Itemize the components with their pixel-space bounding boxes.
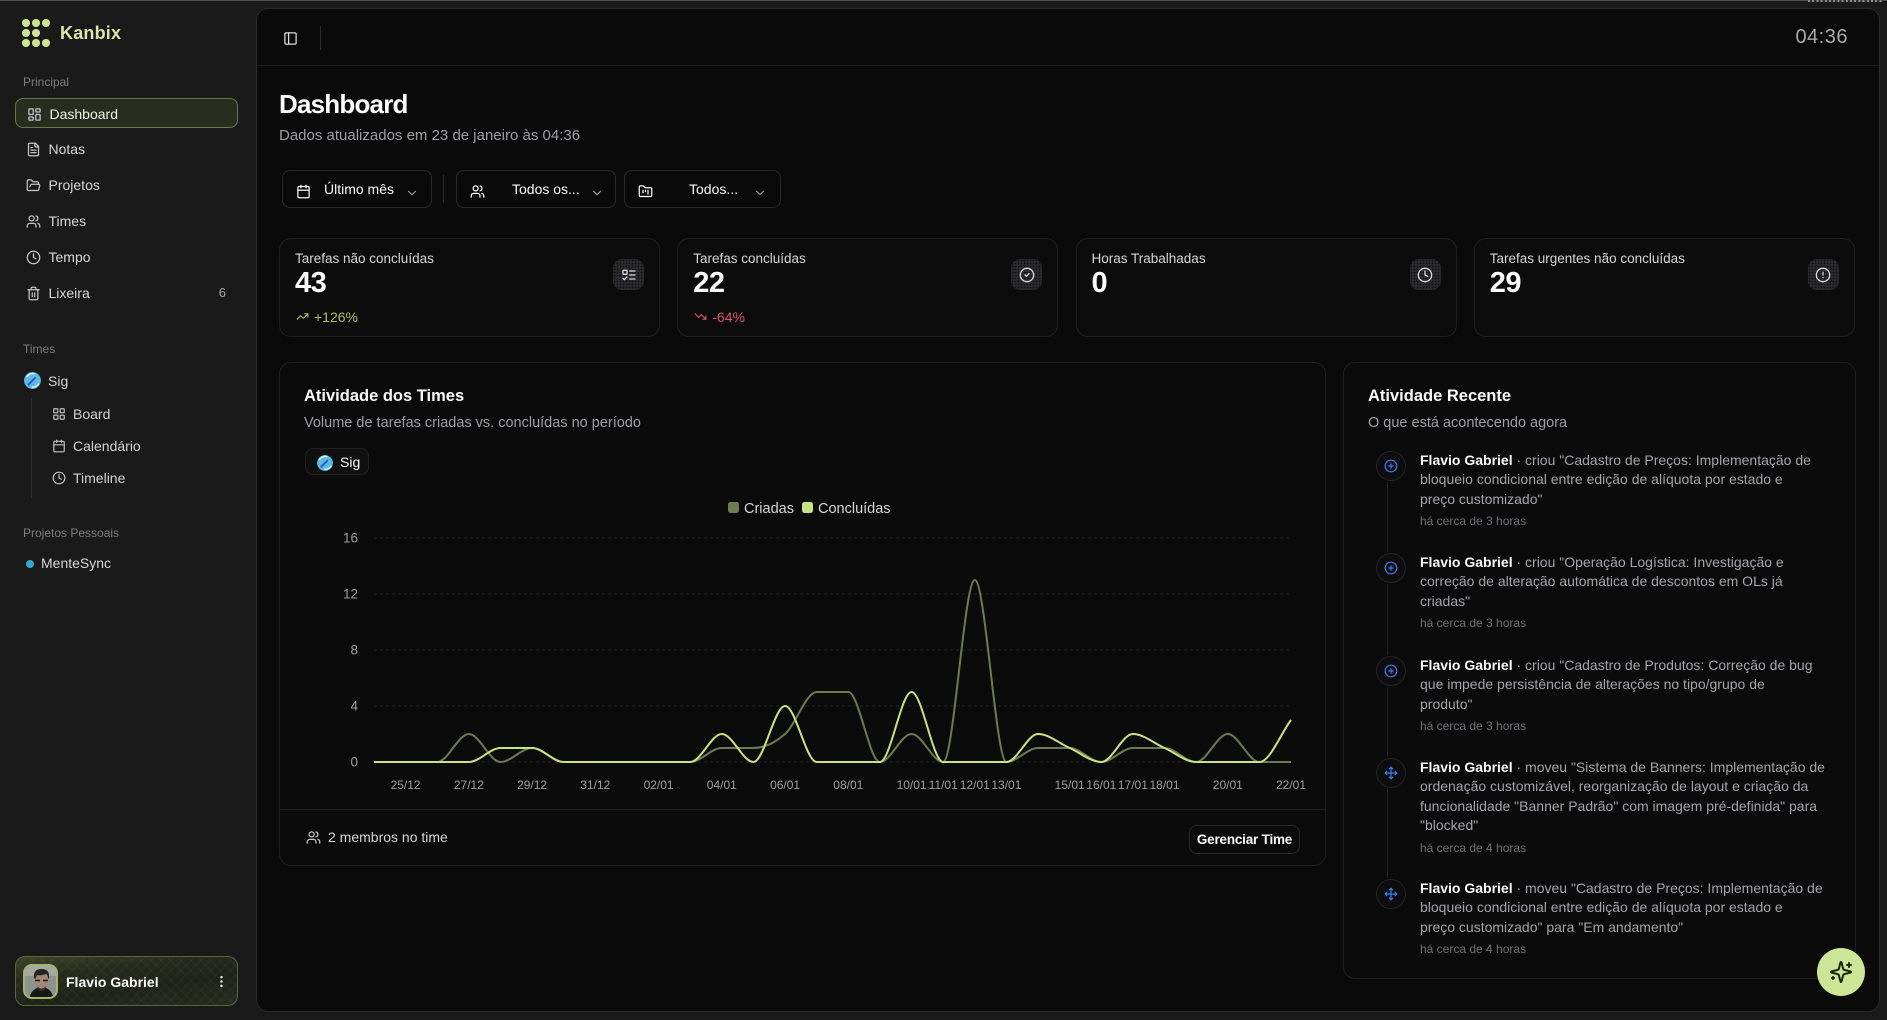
svg-text:02/01: 02/01 (644, 778, 674, 792)
svg-text:31/12: 31/12 (580, 778, 610, 792)
svg-text:15/01: 15/01 (1055, 778, 1085, 792)
svg-text:22/01: 22/01 (1276, 778, 1306, 792)
svg-text:Concluídas: Concluídas (818, 501, 891, 517)
svg-text:04/01: 04/01 (707, 778, 737, 792)
svg-text:13/01: 13/01 (991, 778, 1021, 792)
svg-text:27/12: 27/12 (454, 778, 484, 792)
svg-text:25/12: 25/12 (391, 778, 421, 792)
svg-text:12/01: 12/01 (960, 778, 990, 792)
svg-text:0: 0 (350, 755, 358, 770)
svg-text:8: 8 (350, 643, 358, 658)
svg-text:17/01: 17/01 (1118, 778, 1148, 792)
svg-text:11/01: 11/01 (929, 778, 958, 792)
svg-text:06/01: 06/01 (770, 778, 800, 792)
svg-text:08/01: 08/01 (833, 778, 863, 792)
svg-text:29/12: 29/12 (517, 778, 547, 792)
svg-text:12: 12 (343, 587, 358, 602)
svg-text:18/01: 18/01 (1149, 778, 1179, 792)
svg-text:4: 4 (350, 699, 358, 714)
svg-text:16/01: 16/01 (1086, 778, 1116, 792)
svg-text:10/01: 10/01 (897, 778, 927, 792)
svg-text:20/01: 20/01 (1213, 778, 1243, 792)
svg-text:16: 16 (343, 531, 358, 546)
svg-text:Criadas: Criadas (744, 501, 794, 517)
